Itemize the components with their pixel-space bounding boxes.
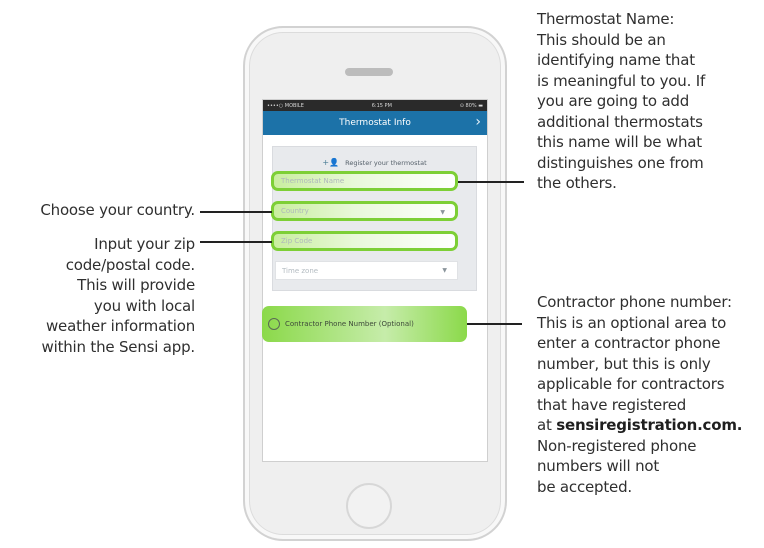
status-time: 6:15 PM xyxy=(371,102,392,109)
connector-line-country xyxy=(200,211,272,213)
annotation-name-line: distinguishes one from xyxy=(537,153,704,172)
annotation-contractor-line: numbers will not xyxy=(537,457,660,475)
annotation-name-line: is meaningful to you. If xyxy=(537,71,706,90)
radio-button[interactable] xyxy=(268,318,280,330)
annotation-name-line: you are going to add xyxy=(537,92,690,110)
chevron-right-icon[interactable]: › xyxy=(475,114,481,130)
annotation-contractor-line: be accepted. xyxy=(537,477,632,496)
contractor-phone-label: Contractor Phone Number (Optional) xyxy=(285,320,414,328)
annotation-contractor-line: number, but this is only xyxy=(537,354,711,373)
battery-indicator: ⊙ 80% ▬ xyxy=(459,102,483,109)
annotation-contractor: Contractor phone number: This is an opti… xyxy=(537,292,764,497)
annotation-zip: Input your zip code/postal code. This wi… xyxy=(0,234,196,357)
timezone-select[interactable]: Time zone ▼ xyxy=(275,261,458,280)
connector-line-contractor xyxy=(467,323,522,325)
phone-mockup: ••••○ MOBILE 6:15 PM ⊙ 80% ▬ Thermostat … xyxy=(243,26,507,541)
annotation-at: at xyxy=(537,416,557,434)
home-button[interactable] xyxy=(346,483,392,529)
annotation-name-line: This should be an xyxy=(537,30,666,49)
annotation-name-line: the others. xyxy=(537,174,617,192)
annotation-name-line: identifying name that xyxy=(537,51,695,69)
register-heading: +👤 Register your thermostat xyxy=(273,158,476,167)
annotation-contractor-line: Non-registered phone xyxy=(537,436,697,455)
contractor-phone-option[interactable]: Contractor Phone Number (Optional) xyxy=(262,306,467,342)
annotation-contractor-line: applicable for contractors xyxy=(537,375,725,393)
annotation-zip-line: Input your zip xyxy=(94,235,195,253)
annotation-zip-line: code/postal code. xyxy=(65,255,195,274)
annotation-contractor-line: that have registered xyxy=(537,395,687,414)
annotation-zip-line: within the Sensi app. xyxy=(41,337,196,356)
annotation-contractor-line: This is an optional area to xyxy=(537,313,727,332)
country-placeholder: Country xyxy=(281,207,309,215)
phone-screen: ••••○ MOBILE 6:15 PM ⊙ 80% ▬ Thermostat … xyxy=(262,99,488,462)
zip-code-placeholder: Zip Code xyxy=(281,237,313,245)
dropdown-arrow-icon: ▼ xyxy=(442,267,447,274)
timezone-placeholder: Time zone xyxy=(282,266,319,275)
registration-link[interactable]: sensiregistration.com. xyxy=(556,416,742,434)
carrier-signal: ••••○ MOBILE xyxy=(267,102,304,109)
annotation-country: Choose your country. xyxy=(0,200,195,221)
phone-speaker xyxy=(345,68,393,76)
annotation-zip-line: weather information xyxy=(45,317,195,335)
zip-code-field[interactable]: Zip Code xyxy=(271,231,458,251)
nav-bar: Thermostat Info › xyxy=(263,111,487,135)
annotation-contractor-line: enter a contractor phone xyxy=(537,334,721,352)
status-bar: ••••○ MOBILE 6:15 PM ⊙ 80% ▬ xyxy=(263,100,487,111)
annotation-zip-line: you with local xyxy=(93,296,195,315)
register-label: Register your thermostat xyxy=(345,159,427,167)
annotation-contractor-line: Contractor phone number: xyxy=(537,293,732,311)
connector-line-zip xyxy=(200,241,272,243)
annotation-name-line: Thermostat Name: xyxy=(537,10,675,28)
annotation-contractor-at-line: at sensiregistration.com. xyxy=(537,415,764,436)
add-user-icon: +👤 xyxy=(322,158,340,167)
annotation-name: Thermostat Name: This should be an ident… xyxy=(537,9,762,194)
page-title: Thermostat Info xyxy=(339,118,411,128)
thermostat-name-placeholder: Thermostat Name xyxy=(281,177,345,185)
connector-joint xyxy=(522,181,524,183)
annotation-zip-line: This will provide xyxy=(77,276,195,294)
annotation-country-text: Choose your country. xyxy=(40,201,195,219)
dropdown-arrow-icon: ▼ xyxy=(440,209,445,216)
country-select[interactable]: Country ▼ xyxy=(271,201,458,221)
connector-line-name xyxy=(458,181,524,183)
annotation-name-line: additional thermostats xyxy=(537,112,703,131)
annotation-name-line: this name will be what xyxy=(537,133,702,151)
thermostat-name-field[interactable]: Thermostat Name xyxy=(271,171,458,191)
